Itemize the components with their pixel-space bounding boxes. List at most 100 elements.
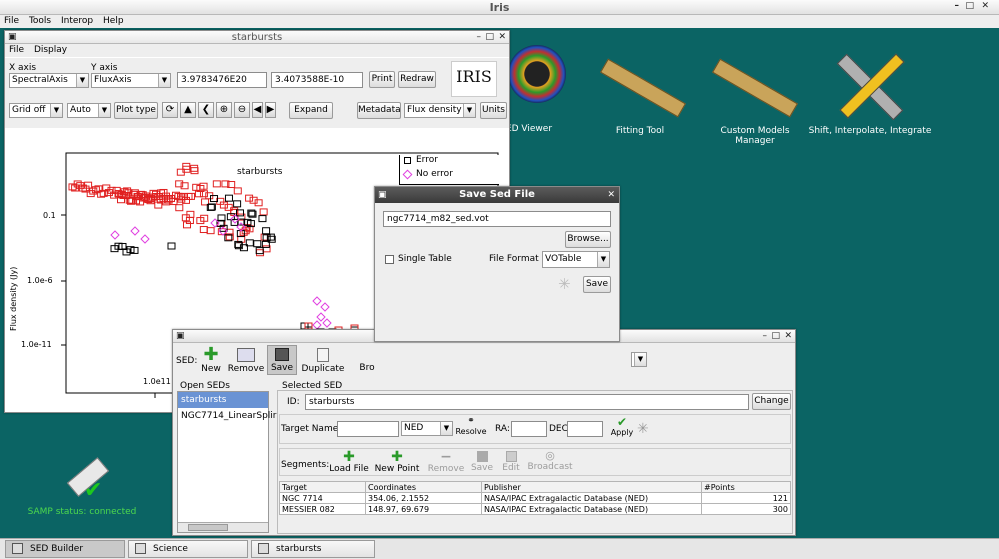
close-icon[interactable]: ✕ bbox=[607, 187, 615, 203]
single-table-checkbox[interactable] bbox=[385, 255, 394, 264]
segments-table[interactable]: Target Coordinates Publisher #Points NGC… bbox=[279, 481, 791, 515]
print-button[interactable]: Print bbox=[369, 71, 395, 88]
taskbar-sed-builder[interactable]: SED Builder bbox=[5, 540, 125, 558]
close-icon[interactable]: ✕ bbox=[981, 0, 989, 13]
shift-interpolate-label[interactable]: Shift, Interpolate, Integrate bbox=[805, 126, 935, 136]
file-format-value: VOTable bbox=[545, 254, 582, 264]
dec-field[interactable] bbox=[567, 421, 603, 437]
remove-sed-button[interactable]: Remove bbox=[227, 346, 265, 374]
menu-file[interactable]: File bbox=[9, 45, 24, 55]
fitting-tool-label[interactable]: Fitting Tool bbox=[600, 126, 680, 136]
metadata-button[interactable]: Metadata bbox=[357, 102, 401, 119]
redraw-button[interactable]: Redraw bbox=[398, 71, 436, 88]
expand-button[interactable]: Expand bbox=[289, 102, 333, 119]
broadcast-label: Broadcast bbox=[527, 462, 573, 472]
table-row[interactable]: MESSIER 082 148.97, 69.679 NASA/IPAC Ext… bbox=[279, 503, 791, 515]
ruler-icon[interactable] bbox=[600, 58, 686, 118]
column-header-points[interactable]: #Points bbox=[701, 481, 791, 493]
next-icon[interactable]: ▶ bbox=[265, 102, 276, 118]
auto-select[interactable]: Auto ▼ bbox=[67, 103, 111, 118]
grid-select[interactable]: Grid off ▼ bbox=[9, 103, 63, 118]
flux-density-value: Flux density bbox=[407, 105, 462, 115]
open-seds-label: Open SEDs bbox=[180, 381, 230, 391]
refresh-icon[interactable]: ⟳ bbox=[162, 102, 178, 118]
pan-up-icon[interactable]: ▲ bbox=[180, 102, 196, 118]
apply-button[interactable]: ✔ Apply bbox=[609, 416, 635, 438]
custom-models-label[interactable]: Custom Models Manager bbox=[700, 126, 810, 146]
table-row[interactable]: NGC 7714 354.06, 2.1552 NASA/IPAC Extrag… bbox=[279, 492, 791, 504]
edit-segment-button[interactable]: Edit bbox=[499, 450, 523, 473]
filename-field[interactable]: ngc7714_m82_sed.vot bbox=[383, 211, 611, 227]
ruler-icon[interactable] bbox=[712, 58, 798, 118]
open-seds-list: starbursts (Segment NGC7714_LinearSplir bbox=[177, 391, 277, 533]
menu-help[interactable]: Help bbox=[103, 16, 124, 26]
menu-file[interactable]: File bbox=[4, 16, 19, 26]
file-format-select[interactable]: VOTable ▼ bbox=[542, 251, 610, 268]
close-icon[interactable]: ✕ bbox=[498, 31, 506, 44]
load-file-button[interactable]: ✚ Load File bbox=[329, 450, 369, 474]
apply-label: Apply bbox=[610, 428, 634, 437]
taskbar-science[interactable]: Science bbox=[128, 540, 248, 558]
minimize-icon[interactable]: – bbox=[477, 31, 482, 44]
menu-display[interactable]: Display bbox=[34, 45, 67, 55]
resolver-select[interactable]: NED ▼ bbox=[401, 421, 453, 436]
sed-extra-select[interactable]: ▼ bbox=[631, 352, 647, 367]
save-segment-button[interactable]: Save bbox=[469, 450, 495, 473]
save-sed-button[interactable]: Save bbox=[267, 345, 297, 375]
chevron-down-icon: ▼ bbox=[158, 74, 170, 87]
sed-list-item[interactable]: NGC7714_LinearSplir bbox=[178, 408, 277, 424]
column-header-coordinates[interactable]: Coordinates bbox=[365, 481, 482, 493]
previous-icon[interactable]: ◀ bbox=[252, 102, 263, 118]
duplicate-sed-button[interactable]: Duplicate bbox=[301, 346, 345, 374]
sed-viewer-label[interactable]: ED Viewer bbox=[504, 124, 554, 134]
maximize-icon[interactable]: □ bbox=[485, 31, 494, 44]
iris-logo-text: IRIS bbox=[456, 67, 492, 86]
ra-field[interactable] bbox=[511, 421, 547, 437]
remove-segment-button[interactable]: − Remove bbox=[427, 450, 465, 474]
column-header-publisher[interactable]: Publisher bbox=[481, 481, 702, 493]
maximize-icon[interactable]: □ bbox=[965, 0, 974, 13]
sed-list-item[interactable]: starbursts (Segment bbox=[178, 392, 268, 421]
zoom-out-icon[interactable]: ⊖ bbox=[234, 102, 250, 118]
browse-button[interactable]: Browse... bbox=[565, 231, 611, 248]
new-point-label: New Point bbox=[374, 464, 420, 474]
zoom-in-icon[interactable]: ⊕ bbox=[216, 102, 232, 118]
target-name-field[interactable] bbox=[337, 421, 399, 437]
minimize-icon[interactable]: – bbox=[955, 0, 960, 13]
new-point-button[interactable]: ✚ New Point bbox=[373, 450, 421, 474]
taskbar-starbursts[interactable]: starbursts bbox=[251, 540, 375, 558]
plot-type-button[interactable]: Plot type bbox=[114, 102, 158, 119]
menu-tools[interactable]: Tools bbox=[29, 16, 51, 26]
y-axis-select[interactable]: FluxAxis ▼ bbox=[91, 73, 171, 88]
close-icon[interactable]: ✕ bbox=[784, 330, 792, 343]
app-title: Iris bbox=[489, 1, 510, 14]
window-icon: ▣ bbox=[378, 190, 387, 200]
change-button[interactable]: Change bbox=[752, 393, 791, 410]
x-axis-select[interactable]: SpectralAxis ▼ bbox=[9, 73, 89, 88]
x-axis-label: X axis bbox=[9, 63, 37, 73]
broadcast-sed-button[interactable]: Bro bbox=[357, 363, 377, 373]
pan-left-icon[interactable]: ❮ bbox=[198, 102, 214, 118]
new-sed-button[interactable]: ✚ New bbox=[197, 346, 225, 375]
flux-density-select[interactable]: Flux density ▼ bbox=[404, 103, 476, 118]
cell-publisher: NASA/IPAC Extragalactic Database (NED) bbox=[481, 503, 702, 515]
dialog-save-button[interactable]: Save bbox=[583, 276, 611, 293]
x-coordinate-field[interactable]: 3.9783476E20 bbox=[177, 72, 267, 88]
units-button[interactable]: Units bbox=[480, 102, 507, 119]
new-label: New bbox=[201, 364, 221, 374]
single-table-label: Single Table bbox=[398, 254, 452, 264]
resolve-button[interactable]: ⚭ Resolve bbox=[455, 416, 487, 437]
sed-viewer-icon[interactable] bbox=[508, 45, 566, 103]
y-tick-label: 0.1 bbox=[43, 211, 56, 220]
column-header-target[interactable]: Target bbox=[279, 481, 366, 493]
remove-label: Remove bbox=[227, 364, 265, 374]
menu-interop[interactable]: Interop bbox=[61, 16, 93, 26]
horizontal-scrollbar[interactable] bbox=[178, 522, 268, 532]
auto-value: Auto bbox=[70, 105, 91, 115]
maximize-icon[interactable]: □ bbox=[771, 330, 780, 343]
y-coordinate-field[interactable]: 3.4073588E-10 bbox=[271, 72, 363, 88]
spinner-icon: ✳ bbox=[637, 421, 649, 437]
minimize-icon[interactable]: – bbox=[763, 330, 768, 343]
broadcast-segment-button[interactable]: ◎ Broadcast bbox=[527, 450, 573, 473]
sed-id-field[interactable]: starbursts bbox=[305, 394, 749, 410]
